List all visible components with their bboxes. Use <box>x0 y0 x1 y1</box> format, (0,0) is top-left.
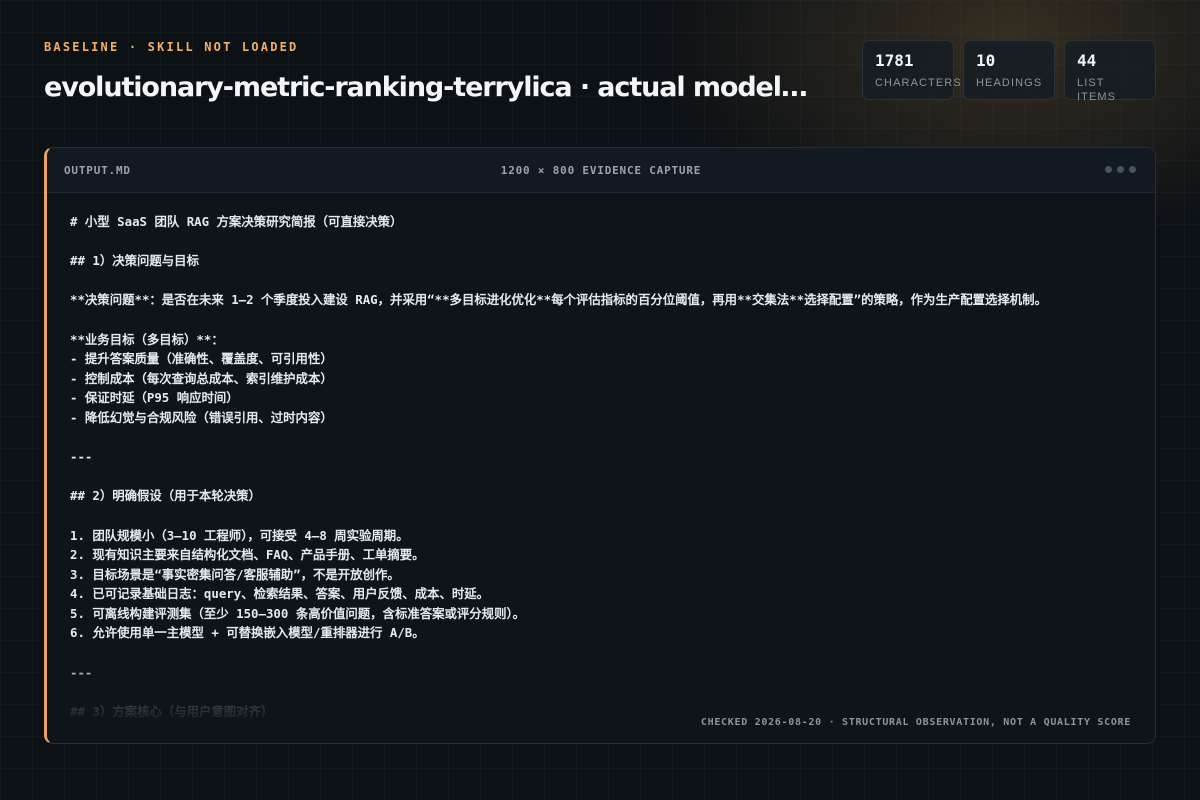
markdown-line: ## 1）决策问题与目标 <box>70 253 199 269</box>
stat-list-items-value: 44 <box>1077 51 1097 70</box>
footer-note: CHECKED 2026-08-20 · STRUCTURAL OBSERVAT… <box>700 717 1131 728</box>
page-title: evolutionary-metric-ranking-terrylica · … <box>44 72 814 103</box>
markdown-content[interactable]: # 小型 SaaS 团队 RAG 方案决策研究简报（可直接决策） ## 1）决策问… <box>70 212 1125 743</box>
dot-icon <box>1117 166 1124 173</box>
markdown-line: 3. 目标场景是“事实密集问答/客服辅助”，不是开放创作。 <box>70 566 400 582</box>
stat-characters-label: CHARACTERS <box>875 77 962 89</box>
markdown-line: 1. 团队规模小（3–10 工程师），可接受 4–8 周实验周期。 <box>70 527 409 543</box>
output-panel: OUTPUT.MD 1200 × 800 EVIDENCE CAPTURE # … <box>44 147 1156 744</box>
markdown-line: 4. 已可记录基础日志：query、检索结果、答案、用户反馈、成本、时延。 <box>70 586 490 602</box>
markdown-line <box>70 682 1125 702</box>
stat-characters-value: 1781 <box>875 51 914 70</box>
capture-label: 1200 × 800 EVIDENCE CAPTURE <box>500 164 702 177</box>
markdown-line: 2. 现有知识主要来自结构化文档、FAQ、产品手册、工单摘要。 <box>70 547 425 563</box>
markdown-line <box>70 467 1125 487</box>
stat-list-items: 44 LIST ITEMS <box>1064 40 1156 103</box>
markdown-line: --- <box>70 449 93 465</box>
markdown-line <box>70 643 1125 663</box>
markdown-line: - 保证时延（P95 响应时间） <box>70 390 239 406</box>
markdown-line <box>70 271 1125 291</box>
markdown-line: - 控制成本（每次查询总成本、索引维护成本） <box>70 370 333 386</box>
stat-characters: 1781 CHARACTERS <box>862 40 962 100</box>
stat-headings-value: 10 <box>976 51 996 70</box>
stat-headings: 10 HEADINGS <box>963 40 1055 100</box>
markdown-line: - 降低幻觉与合规风险（错误引用、过时内容） <box>70 409 333 425</box>
markdown-line: - 提升答案质量（准确性、覆盖度、可引用性） <box>70 351 333 367</box>
markdown-line <box>70 310 1125 330</box>
panel-header: OUTPUT.MD 1200 × 800 EVIDENCE CAPTURE <box>47 148 1155 193</box>
markdown-line: 5. 可离线构建评测集（至少 150–300 条高价值问题，含标准答案或评分规则… <box>70 605 526 621</box>
markdown-line: **业务目标（多目标）**： <box>70 331 224 347</box>
markdown-line: ## 2）明确假设（用于本轮决策） <box>70 488 261 504</box>
markdown-line <box>70 428 1125 448</box>
dot-icon <box>1129 166 1136 173</box>
markdown-line: --- <box>70 664 93 680</box>
stats-group: 1781 CHARACTERS 10 HEADINGS 44 LIST ITEM… <box>862 40 1156 103</box>
baseline-label: BASELINE · SKILL NOT LOADED <box>44 40 299 54</box>
markdown-line <box>70 506 1125 526</box>
window-dots <box>1105 166 1136 173</box>
markdown-line: 6. 允许使用单一主模型 + 可替换嵌入模型/重排器进行 A/B。 <box>70 625 425 641</box>
stat-headings-label: HEADINGS <box>976 77 1043 89</box>
markdown-line <box>70 232 1125 252</box>
stat-list-items-label: LIST ITEMS <box>1077 77 1117 103</box>
markdown-line: # 小型 SaaS 团队 RAG 方案决策研究简报（可直接决策） <box>70 214 403 229</box>
markdown-line: **决策问题**：是否在未来 1–2 个季度投入建设 RAG，并采用“**多目标… <box>70 292 1047 308</box>
dot-icon <box>1105 166 1112 173</box>
